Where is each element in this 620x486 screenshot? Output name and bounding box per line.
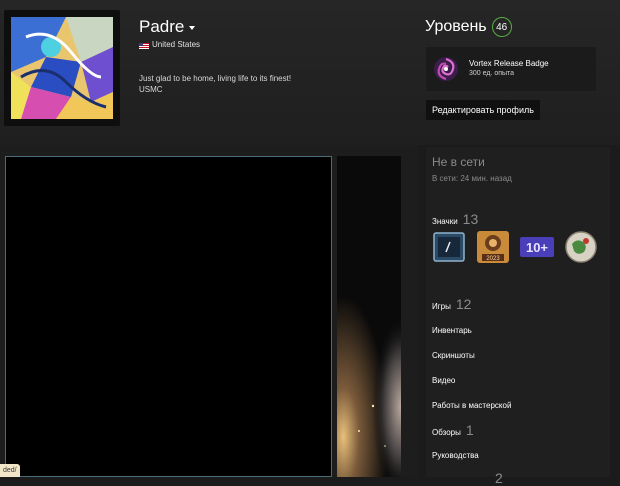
featured-badge-name: Vortex Release Badge (469, 59, 549, 68)
vortex-badge-icon (433, 56, 459, 82)
reviews-count[interactable]: 1 (466, 422, 474, 438)
game-badge-icon[interactable] (432, 230, 466, 264)
badges-list: 2023 10+ (432, 230, 608, 264)
years-label: 10+ (526, 240, 548, 255)
bottom-status-tag: ded/ (0, 464, 20, 477)
avatar-frame (4, 10, 120, 126)
level-label: Уровень (425, 18, 487, 35)
profile-showcase[interactable] (5, 156, 332, 477)
summary-line: Just glad to be home, living life to its… (139, 74, 292, 83)
avatar[interactable] (11, 17, 113, 119)
games-link[interactable]: Игры 12 (432, 296, 471, 312)
chevron-down-icon[interactable] (189, 25, 196, 30)
inventory-link[interactable]: Инвентарь (432, 326, 472, 335)
videos-link[interactable]: Видео (432, 376, 455, 385)
reviews-link[interactable]: Обзоры 1 (432, 422, 474, 438)
profile-summary: Just glad to be home, living life to its… (139, 73, 291, 95)
games-label[interactable]: Игры (432, 302, 451, 311)
edit-profile-button[interactable]: Редактировать профиль (426, 100, 540, 120)
online-status: Не в сети (432, 155, 485, 169)
username[interactable]: Padre (139, 17, 196, 37)
country-name: United States (152, 40, 201, 49)
guides-link[interactable]: Руководства (432, 451, 479, 460)
badges-link[interactable]: Значки 13 (432, 211, 478, 227)
summary-line: USMC (139, 85, 163, 94)
screenshots-link[interactable]: Скриншоты (432, 351, 475, 360)
country-location: United States (139, 40, 200, 49)
us-flag-icon (139, 42, 149, 49)
badges-label[interactable]: Значки (432, 217, 458, 226)
globe-badge-icon[interactable] (564, 230, 598, 264)
next-section-count: 2 (495, 470, 503, 486)
years-10-badge-icon[interactable]: 10+ (520, 230, 554, 264)
featured-badge-xp: 300 ед. опыта (469, 70, 515, 77)
featured-badge[interactable]: Vortex Release Badge 300 ед. опыта (426, 47, 596, 91)
games-count[interactable]: 12 (456, 296, 472, 312)
showcase-side-artwork (337, 156, 401, 477)
badges-count[interactable]: 13 (463, 211, 479, 227)
username-text[interactable]: Padre (139, 17, 184, 36)
steam-2023-badge-icon[interactable]: 2023 (476, 230, 510, 264)
level-badge[interactable]: 46 (491, 17, 512, 37)
steam-year-text: 2023 (486, 256, 500, 262)
last-online-time: В сети: 24 мин. назад (432, 174, 512, 183)
reviews-label[interactable]: Обзоры (432, 428, 461, 437)
workshop-link[interactable]: Работы в мастерской (432, 401, 511, 410)
level-header: Уровень 46 (425, 17, 512, 37)
